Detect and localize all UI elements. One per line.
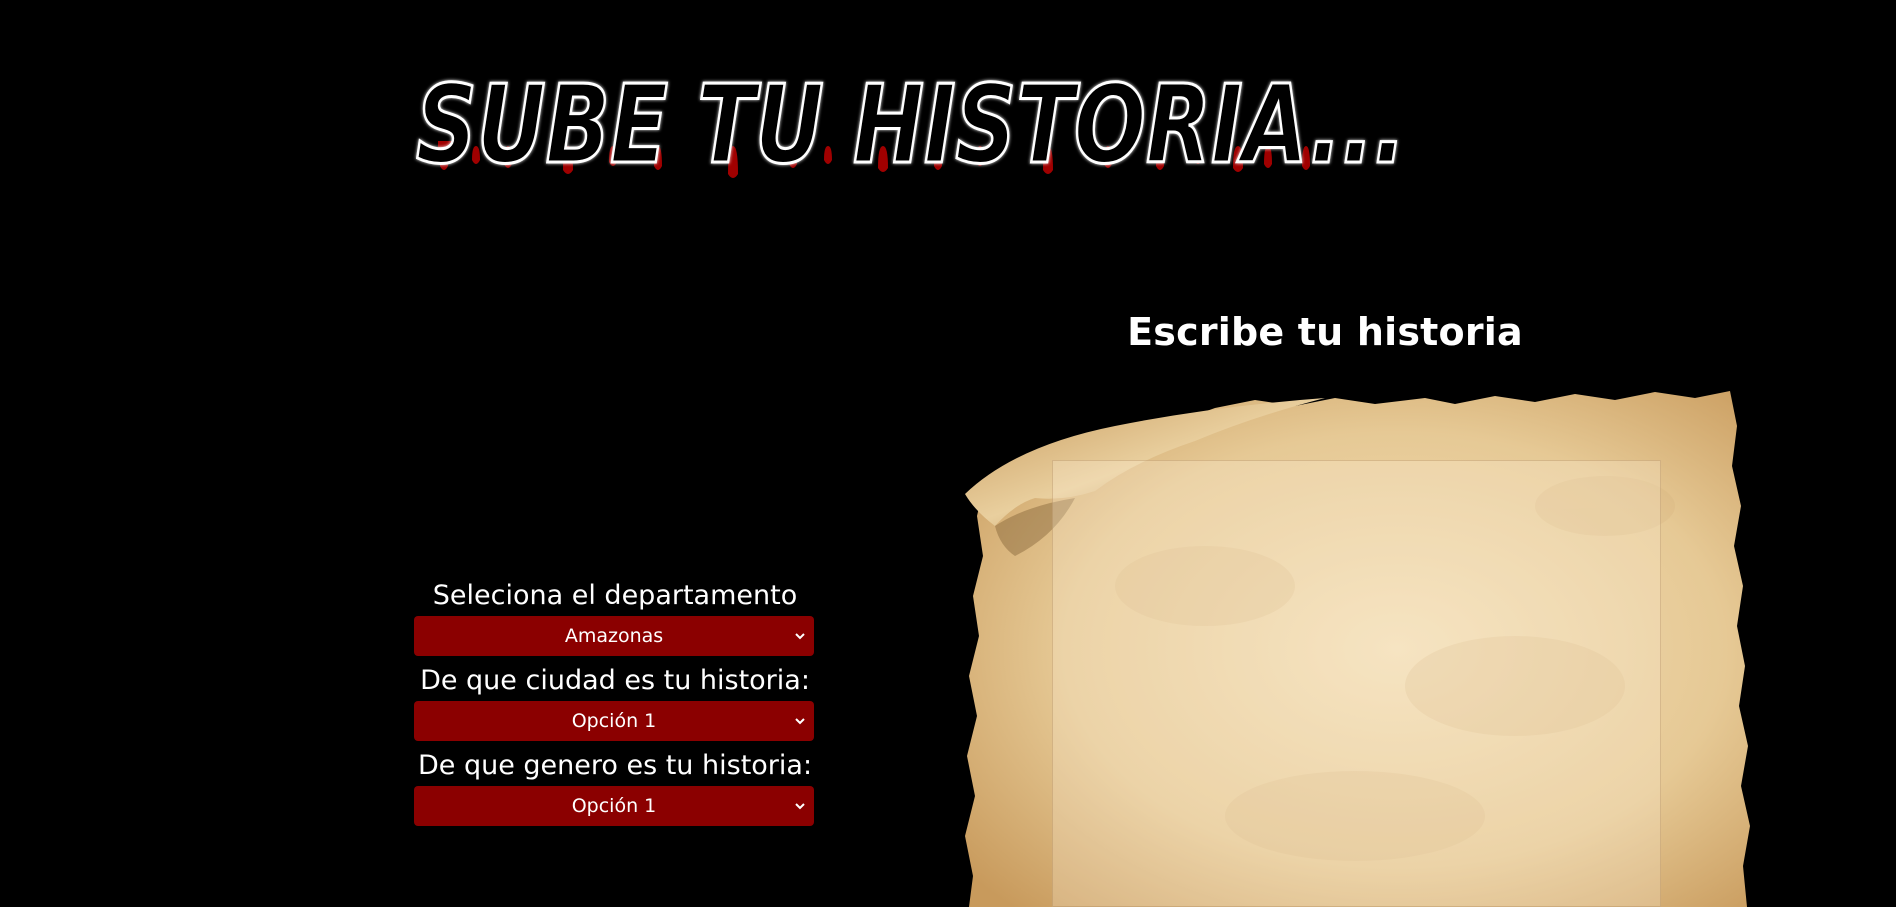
department-label: Seleciona el departamento	[432, 580, 798, 611]
chevron-down-icon	[794, 616, 806, 656]
city-select[interactable]: Opción 1	[414, 701, 814, 741]
city-label: De que ciudad es tu historia:	[420, 665, 810, 696]
story-textarea[interactable]	[1052, 460, 1661, 907]
page: SUBE TU HISTORIA... Escribe tu historia …	[0, 0, 1896, 907]
genre-select-value: Opción 1	[571, 795, 657, 817]
department-select-value: Amazonas	[564, 625, 664, 647]
city-select-value: Opción 1	[571, 710, 657, 732]
chevron-down-icon	[794, 701, 806, 741]
story-heading: Escribe tu historia	[1127, 310, 1523, 354]
department-select[interactable]: Amazonas	[414, 616, 814, 656]
chevron-down-icon	[794, 786, 806, 826]
page-title: SUBE TU HISTORIA...	[416, 66, 1406, 188]
story-form: Seleciona el departamento Amazonas De qu…	[414, 578, 816, 833]
genre-label: De que genero es tu historia:	[417, 750, 813, 781]
genre-select[interactable]: Opción 1	[414, 786, 814, 826]
title-logo: SUBE TU HISTORIA...	[408, 66, 1418, 216]
